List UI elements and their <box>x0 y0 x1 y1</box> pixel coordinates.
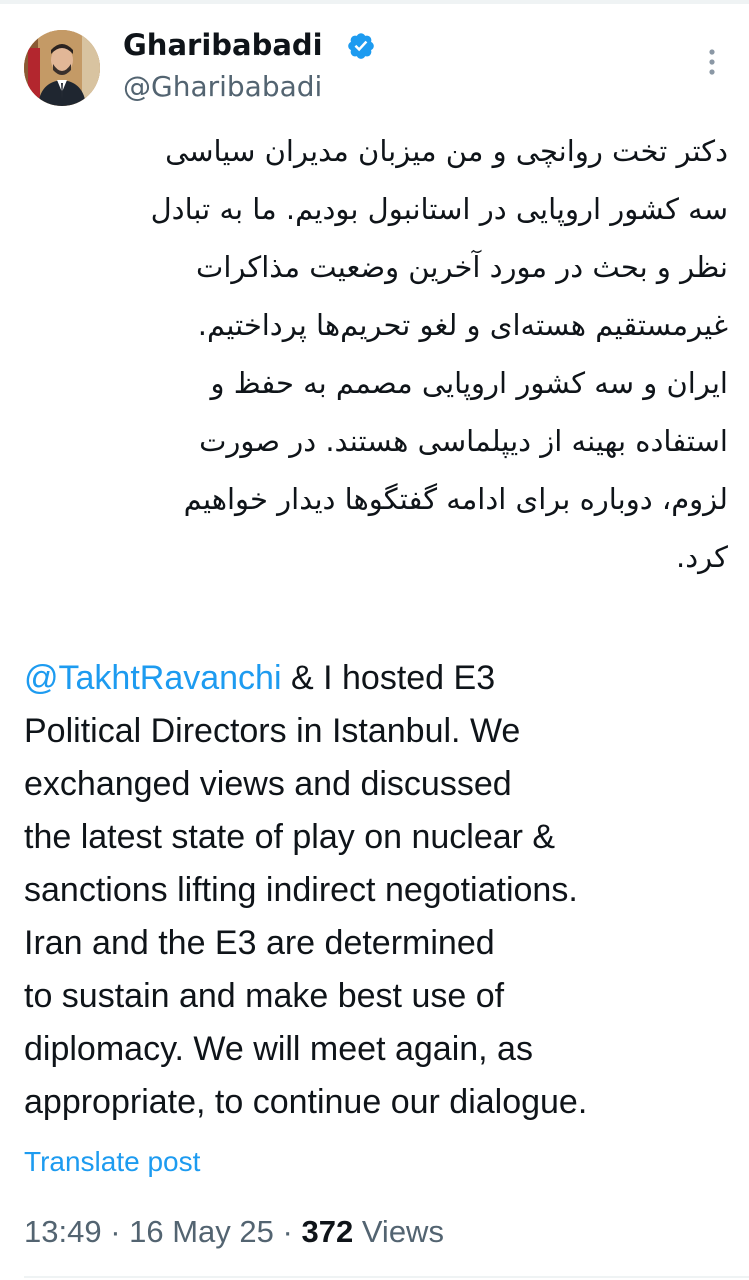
separator-dot: · <box>273 1214 302 1249</box>
post-line: استفاده بهینه از دیپلماسی هستند. در صورت <box>199 424 728 458</box>
more-options-button[interactable] <box>696 42 728 82</box>
post-line-text: & I hosted E3 <box>281 659 496 697</box>
post-line: غیرمستقیم هسته‌ای و لغو تحریم‌ها پرداختی… <box>197 308 728 342</box>
post-line: لزوم، دوباره برای ادامه گفتگوها دیدار خو… <box>183 482 728 516</box>
views-count[interactable]: 372 <box>301 1214 353 1249</box>
post-line: the latest state of play on nuclear & <box>24 818 556 856</box>
post-line: diplomacy. We will meet again, as <box>24 1030 533 1068</box>
post-metadata: 13:49 · 16 May 25 · 372 Views <box>24 1210 444 1254</box>
post-text-english: @TakhtRavanchi & I hosted E3 Political D… <box>24 652 744 1129</box>
more-vertical-icon <box>709 49 715 75</box>
post-line: نظر و بحث در مورد آخرین وضعیت مذاکرات <box>196 250 728 284</box>
post-time[interactable]: 13:49 <box>24 1214 102 1249</box>
post-line: exchanged views and discussed <box>24 765 512 803</box>
avatar[interactable] <box>24 30 100 106</box>
post-line: ایران و سه کشور اروپایی مصمم به حفظ و <box>210 366 728 400</box>
post-line: Iran and the E3 are determined <box>24 924 495 962</box>
display-name[interactable]: Gharibabadi <box>123 28 323 62</box>
views-label: Views <box>353 1214 444 1249</box>
bottom-divider <box>24 1276 749 1278</box>
post-line: @TakhtRavanchi & I hosted E3 <box>24 652 744 705</box>
top-divider <box>0 0 749 4</box>
post-line: کرد. <box>676 540 728 574</box>
post-line: دکتر تخت روانچی و من میزبان مدیران سیاسی <box>165 134 728 168</box>
post-line: sanctions lifting indirect negotiations. <box>24 871 578 909</box>
mention-link[interactable]: @TakhtRavanchi <box>24 659 282 697</box>
separator-dot: · <box>101 1214 130 1249</box>
verified-badge-icon[interactable] <box>346 31 376 61</box>
post-line: سه کشور اروپایی در استانبول بودیم. ما به… <box>150 192 728 226</box>
post-date[interactable]: 16 May 25 <box>129 1214 274 1249</box>
user-handle[interactable]: @Gharibabadi <box>123 70 322 104</box>
translate-post-link[interactable]: Translate post <box>24 1142 200 1182</box>
profile-photo <box>24 30 100 106</box>
post-line: appropriate, to continue our dialogue. <box>24 1083 588 1121</box>
post-text-persian: دکتر تخت روانچی و من میزبان مدیران سیاسی… <box>22 122 728 586</box>
post-line: to sustain and make best use of <box>24 977 505 1015</box>
post-line: Political Directors in Istanbul. We <box>24 712 521 750</box>
